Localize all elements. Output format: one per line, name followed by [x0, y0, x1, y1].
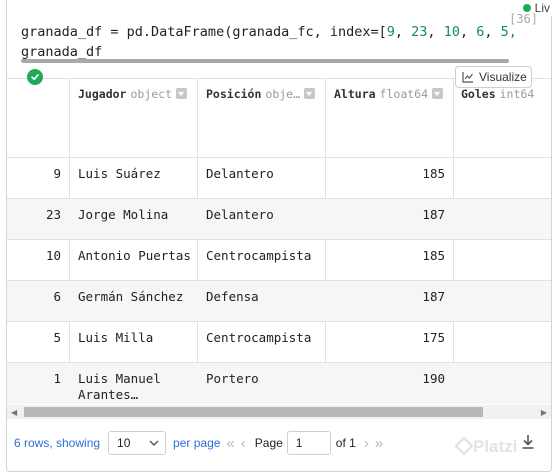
cell-altura: 185	[422, 166, 445, 181]
live-status-dot	[522, 4, 531, 12]
cell-altura: 190	[422, 371, 445, 386]
prev-page-icon[interactable]: ‹	[241, 435, 246, 452]
code-editor[interactable]: granada_df = pd.DataFrame(granada_fc, in…	[21, 22, 517, 62]
cell-posicion: Defensa	[206, 289, 259, 304]
code-number: 23	[411, 24, 428, 40]
table-row: 9 Luis Suárez Delantero 185	[7, 157, 551, 198]
table-horizontal-scrollbar[interactable]: ◀ ▶	[7, 405, 551, 419]
cell-altura: 175	[422, 330, 445, 345]
chevron-down-icon[interactable]	[432, 88, 444, 99]
dataframe-table: Jugador object Posición obje… Altura flo…	[7, 78, 551, 404]
page-number-input[interactable]: 1	[286, 431, 331, 455]
code-number: 5,	[500, 24, 517, 40]
row-index: 10	[45, 248, 61, 263]
row-index: 5	[53, 330, 61, 345]
code-number: 6	[476, 24, 485, 40]
page-size-select[interactable]: 10	[108, 431, 167, 455]
first-page-icon[interactable]: «	[226, 435, 234, 452]
per-page-label: per page	[173, 436, 221, 450]
column-name: Jugador	[78, 87, 127, 101]
scroll-right-icon[interactable]: ▶	[541, 408, 547, 417]
column-dtype: object	[130, 87, 173, 101]
column-header-jugador[interactable]: Jugador object	[70, 79, 197, 157]
next-page-icon[interactable]: ›	[364, 435, 369, 452]
code-number: 9	[386, 24, 395, 40]
code-number: 10	[443, 24, 460, 40]
cell-altura: 185	[422, 248, 445, 263]
visualize-button[interactable]: Visualize	[455, 66, 532, 88]
last-page-icon[interactable]: »	[375, 435, 383, 452]
row-index: 6	[53, 289, 61, 304]
code-line-1-text: granada_df = pd.DataFrame(granada_fc, in…	[21, 24, 387, 40]
chevron-down-icon[interactable]	[304, 88, 316, 99]
column-header-posicion[interactable]: Posición obje…	[198, 79, 325, 157]
column-dtype: obje…	[265, 87, 301, 101]
scrollbar-thumb[interactable]	[24, 407, 483, 417]
cell-posicion: Centrocampista	[206, 330, 312, 345]
row-index: 23	[45, 207, 61, 222]
scroll-left-icon[interactable]: ◀	[11, 408, 17, 417]
code-horizontal-scrollbar[interactable]	[21, 59, 509, 63]
cell-jugador: Antonio Puertas	[78, 248, 191, 263]
cell-altura: 187	[422, 289, 445, 304]
cell-jugador: Luis Suárez	[78, 166, 161, 181]
watermark-text: Platzi	[473, 437, 518, 456]
cell-jugador: Jorge Molina	[78, 207, 169, 222]
chevron-down-icon[interactable]	[176, 88, 188, 99]
cell-jugador-line-2: Arantes…	[78, 387, 139, 402]
column-name: Posición	[206, 87, 262, 101]
platzi-watermark: Platzi	[454, 436, 518, 457]
table-row: 10 Antonio Puertas Centrocampista 185	[7, 239, 551, 280]
check-icon	[27, 69, 43, 85]
page-label: Page	[254, 436, 283, 450]
row-index: 1	[53, 371, 61, 386]
row-index: 9	[53, 166, 61, 181]
table-row: 1 Luis Manuel Arantes… Portero 190	[7, 362, 551, 404]
table-row: 23 Jorge Molina Delantero 187	[7, 198, 551, 239]
cell-posicion: Portero	[206, 371, 259, 386]
of-pages-label: of 1	[335, 436, 356, 450]
cell-altura: 187	[422, 207, 445, 222]
cell-jugador: Luis Milla	[78, 330, 154, 345]
platzi-logo-icon	[454, 436, 474, 456]
column-header-goles[interactable]: Goles int64	[454, 79, 551, 157]
chevron-down-icon	[149, 440, 159, 446]
table-row: 6 Germán Sánchez Defensa 187	[7, 280, 551, 321]
visualize-label: Visualize	[479, 70, 527, 84]
cell-jugador-line-1: Luis Manuel	[78, 371, 161, 386]
column-name: Altura	[334, 87, 376, 101]
column-header-altura[interactable]: Altura float64	[326, 79, 453, 157]
cell-jugador: Luis Manuel Arantes…	[78, 363, 161, 403]
cell-posicion: Delantero	[206, 166, 274, 181]
cell-posicion: Delantero	[206, 207, 274, 222]
line-chart-icon	[462, 72, 473, 83]
cell-posicion: Centrocampista	[206, 248, 312, 263]
rows-info: 6 rows, showing	[14, 436, 101, 450]
page-size-value: 10	[117, 436, 131, 450]
column-dtype: int64	[499, 87, 535, 101]
table-row: 5 Luis Milla Centrocampista 175	[7, 321, 551, 362]
code-line-2-text: granada_df	[21, 44, 103, 60]
column-dtype: float64	[379, 87, 429, 101]
download-icon[interactable]	[521, 434, 535, 450]
cell-jugador: Germán Sánchez	[78, 289, 184, 304]
column-name: Goles	[461, 87, 496, 101]
